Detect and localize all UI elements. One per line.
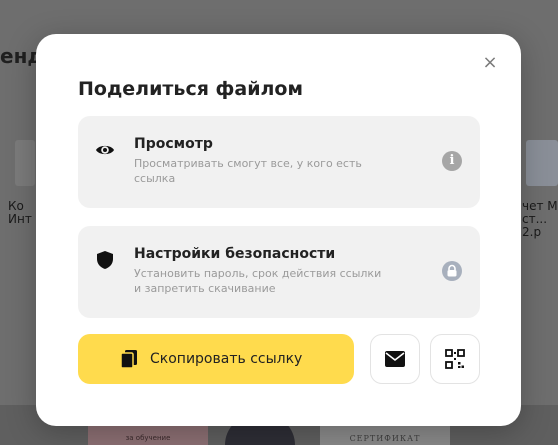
- option-description: Установить пароль, срок действия ссылки …: [134, 267, 382, 295]
- mail-icon: [385, 351, 405, 367]
- info-icon[interactable]: i: [442, 151, 462, 171]
- option-description: Просматривать смогут все, у кого есть сс…: [134, 157, 362, 185]
- copy-icon: [120, 350, 137, 369]
- view-access-option[interactable]: Просмотр Просматривать смогут все, у ког…: [78, 116, 480, 208]
- close-button[interactable]: ×: [479, 52, 501, 74]
- lock-glyph: [447, 264, 457, 277]
- copy-link-button[interactable]: Скопировать ссылку: [78, 334, 354, 384]
- background-file-thumbnail: [15, 140, 35, 186]
- copy-link-label: Скопировать ссылку: [150, 351, 303, 367]
- qr-code-button[interactable]: [430, 334, 480, 384]
- background-file-thumbnail: [526, 140, 558, 186]
- close-icon: ×: [482, 52, 498, 73]
- send-email-button[interactable]: [370, 334, 420, 384]
- eye-icon: [96, 145, 114, 155]
- security-settings-option[interactable]: Настройки безопасности Установить пароль…: [78, 226, 480, 318]
- share-file-dialog: × Поделиться файлом Просмотр Просматрива…: [36, 34, 521, 426]
- dialog-title: Поделиться файлом: [78, 78, 304, 100]
- background-file-name: Ко Инт: [8, 199, 32, 226]
- shield-icon: [97, 251, 113, 269]
- lock-icon[interactable]: [442, 261, 462, 281]
- qr-code-icon: [445, 349, 465, 369]
- option-title: Настройки безопасности: [134, 246, 336, 262]
- option-title: Просмотр: [134, 136, 213, 152]
- background-file-name: чет М ст... 2.р: [522, 199, 558, 239]
